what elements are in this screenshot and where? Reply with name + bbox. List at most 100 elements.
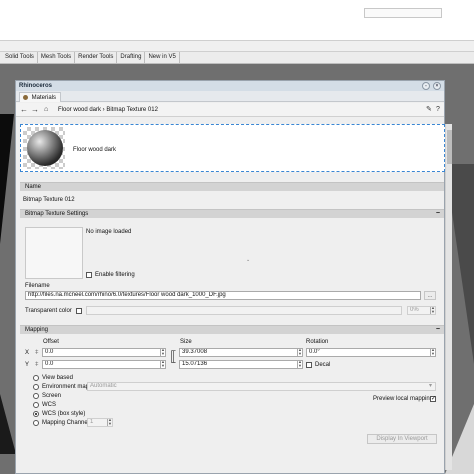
radio-mapping-channel[interactable]: [33, 420, 39, 426]
help-icon[interactable]: ?: [436, 105, 440, 114]
offset-y-value: 0.0: [45, 361, 54, 367]
section-bitmap-header[interactable]: Bitmap Texture Settings −: [20, 209, 444, 218]
toolbar-tab-solid-tools[interactable]: Solid Tools: [2, 52, 38, 63]
radio-wcs-box-style-label: WCS (box style): [42, 411, 86, 417]
mapping-channel-value: 1: [90, 419, 94, 425]
section-bitmap-title: Bitmap Texture Settings: [25, 211, 89, 217]
preview-thumbnail[interactable]: [23, 127, 65, 169]
transparent-color-checkbox[interactable]: [76, 308, 82, 314]
radio-view-based[interactable]: [33, 375, 39, 381]
panel-title-bar: Rhinoceros - ×: [16, 81, 444, 91]
size-column-label: Size: [180, 339, 192, 345]
chevron-down-icon: ▾: [428, 383, 432, 389]
name-field[interactable]: Bitmap Texture 012: [23, 197, 75, 203]
radio-environment-map-label: Environment map: [42, 384, 90, 390]
panel-tab-bar: Materials: [16, 91, 444, 102]
section-name-title: Name: [25, 184, 42, 190]
materials-tab-icon: [23, 95, 28, 100]
stepper-icon[interactable]: ▲ ▼: [430, 349, 435, 356]
splitter-grip[interactable]: ⌄: [246, 257, 250, 263]
scrollbar-thumb[interactable]: [447, 130, 452, 164]
toolbar-tabs: Solid Tools Mesh Tools Render Tools Draf…: [0, 52, 474, 64]
radio-environment-map[interactable]: [33, 384, 39, 390]
offset-y-input[interactable]: 0.0 ▲ ▼: [42, 360, 166, 369]
lock-icon[interactable]: ǂ: [35, 350, 39, 356]
transparent-percent-value: 0%: [410, 307, 419, 313]
offset-column-label: Offset: [43, 339, 59, 345]
preview-name: Floor wood dark: [73, 147, 117, 153]
no-image-text: No image loaded: [86, 229, 132, 235]
browse-button[interactable]: ...: [424, 291, 436, 300]
lock-icon[interactable]: ǂ: [35, 362, 39, 368]
radio-wcs-label: WCS: [42, 402, 56, 408]
enable-filtering-label: Enable filtering: [95, 272, 135, 278]
tab-materials[interactable]: Materials: [19, 92, 62, 102]
back-arrow-icon[interactable]: ←: [20, 105, 28, 114]
size-x-input[interactable]: 39.37008 ▲ ▼: [179, 348, 303, 357]
viewport-floor-shape: [0, 394, 16, 454]
radio-mapping-channel-label: Mapping Channel: [42, 420, 90, 426]
radio-view-based-label: View based: [42, 375, 73, 381]
stepper-icon[interactable]: ▲ ▼: [160, 349, 165, 356]
section-mapping-header[interactable]: Mapping −: [20, 325, 444, 334]
environment-map-value: Automatic: [90, 383, 117, 389]
toolbar-tab-new-in-v5[interactable]: New in V5: [145, 52, 180, 63]
offset-x-value: 0.0: [45, 349, 54, 355]
enable-filtering-checkbox[interactable]: [86, 272, 92, 278]
decal-checkbox[interactable]: [306, 362, 312, 368]
preview-local-mapping-checkbox[interactable]: ✓: [430, 396, 436, 402]
environment-map-select[interactable]: Automatic ▾: [87, 382, 436, 391]
size-y-value: 15.07136: [182, 361, 208, 367]
toolbar-tab-mesh-tools[interactable]: Mesh Tools: [38, 52, 76, 63]
rotation-column-label: Rotation: [306, 339, 329, 345]
filename-input[interactable]: http://files.na.mcneel.com/rhino/6.0/tex…: [25, 291, 421, 300]
stepper-icon[interactable]: ▲ ▼: [297, 361, 302, 368]
tab-materials-label: Materials: [31, 95, 57, 102]
command-input[interactable]: [364, 8, 442, 18]
transparent-color-label: Transparent color: [25, 308, 72, 314]
forward-arrow-icon[interactable]: →: [31, 105, 39, 114]
radio-wcs-box-style[interactable]: [33, 411, 39, 417]
section-mapping-title: Mapping: [25, 327, 49, 333]
collapse-icon[interactable]: −: [436, 326, 440, 333]
rotation-value: 0.0°: [309, 349, 320, 355]
preview-local-mapping-label: Preview local mapping: [373, 396, 434, 402]
x-row-label: X: [25, 350, 30, 356]
transparent-percent-input[interactable]: 0% ▲ ▼: [407, 306, 436, 315]
radio-screen[interactable]: [33, 393, 39, 399]
rotation-input[interactable]: 0.0° ▲ ▼: [306, 348, 436, 357]
size-x-value: 39.37008: [182, 349, 208, 355]
material-sphere-preview: [27, 130, 63, 166]
navigation-bar: ← → ⌂ Floor wood dark › Bitmap Texture 0…: [16, 103, 444, 117]
panel-scrollbar[interactable]: [445, 124, 452, 470]
display-in-viewport-button[interactable]: Display In Viewport: [367, 434, 437, 444]
close-icon[interactable]: ×: [433, 82, 441, 90]
stepper-icon[interactable]: ▲ ▼: [430, 307, 435, 314]
panel-title: Rhinoceros: [19, 83, 53, 89]
wrench-icon[interactable]: ✎: [426, 105, 432, 114]
bitmap-preview-box[interactable]: [25, 227, 83, 279]
toolbar-strip: [0, 40, 474, 52]
decal-label: Decal: [315, 362, 331, 368]
collapse-icon[interactable]: −: [436, 210, 440, 217]
materials-panel: Rhinoceros - × Materials ← → ⌂ Floor woo…: [15, 80, 452, 474]
offset-x-input[interactable]: 0.0 ▲ ▼: [42, 348, 166, 357]
breadcrumb[interactable]: Floor wood dark › Bitmap Texture 012: [58, 107, 158, 113]
section-name-header[interactable]: Name: [20, 182, 444, 191]
mapping-channel-input[interactable]: 1 ▲ ▼: [87, 418, 113, 427]
radio-wcs[interactable]: [33, 402, 39, 408]
size-y-input[interactable]: 15.07136 ▲ ▼: [179, 360, 303, 369]
radio-screen-label: Screen: [42, 393, 62, 399]
y-row-label: Y: [25, 362, 30, 368]
stepper-icon[interactable]: ▲ ▼: [297, 349, 302, 356]
toolbar-tab-render-tools[interactable]: Render Tools: [75, 52, 118, 63]
transparent-color-swatch[interactable]: [86, 306, 402, 315]
top-area: [0, 0, 474, 40]
size-lock-bracket-icon[interactable]: ⟦: [170, 349, 177, 363]
stepper-icon[interactable]: ▲ ▼: [107, 419, 112, 426]
toolbar-tab-drafting[interactable]: Drafting: [117, 52, 146, 63]
stepper-icon[interactable]: ▲ ▼: [160, 361, 165, 368]
home-icon[interactable]: ⌂: [44, 105, 48, 114]
material-preview-strip[interactable]: Floor wood dark: [20, 124, 445, 172]
minimize-icon[interactable]: -: [422, 82, 430, 90]
